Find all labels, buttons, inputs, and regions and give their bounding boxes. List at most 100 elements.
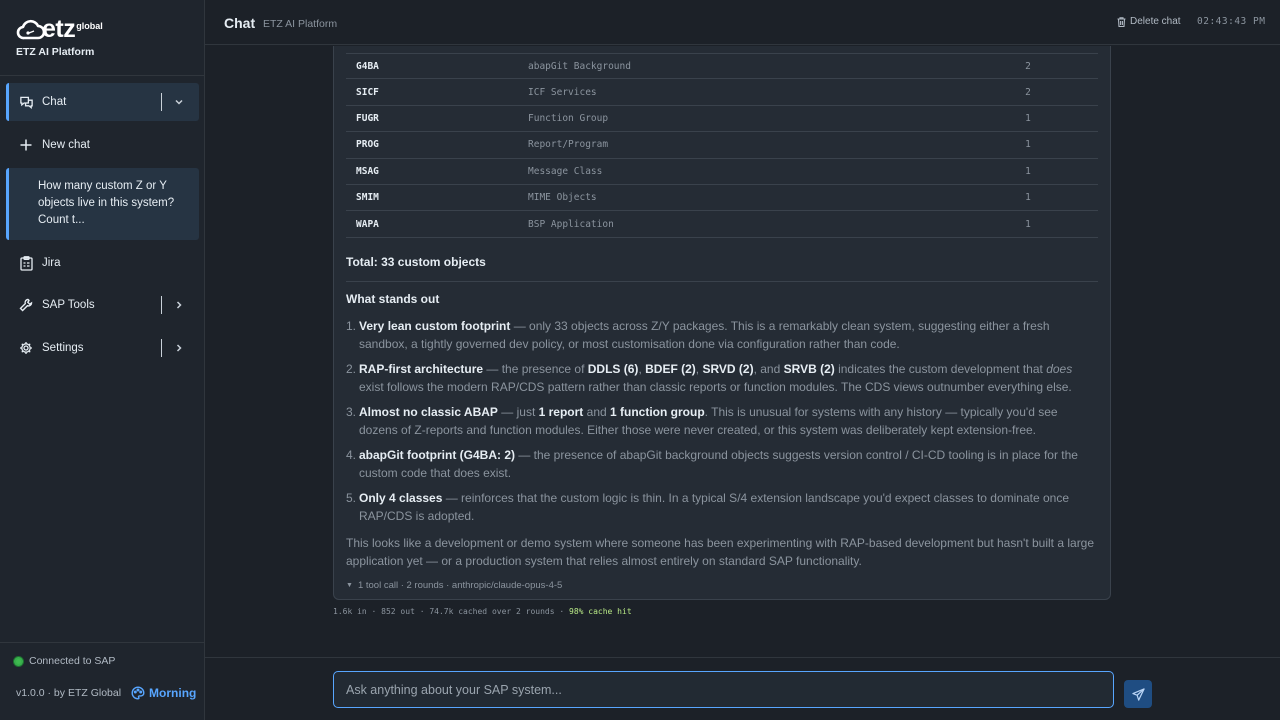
- delete-chat-label: Delete chat: [1130, 16, 1181, 27]
- chat-transcript[interactable]: G4BA abapGit Background 2 SICF ICF Servi…: [205, 46, 1280, 657]
- tool-call-toggle[interactable]: ▼ 1 tool call · 2 rounds · anthropic/cla…: [346, 580, 562, 591]
- item-title: Only 4 classes: [359, 491, 443, 505]
- item-text: indicates the custom development that: [834, 362, 1047, 376]
- table-row: MSAG Message Class 1: [346, 159, 1098, 185]
- table-cell: SICF: [356, 86, 379, 98]
- chevron-right-icon[interactable]: [173, 299, 185, 311]
- list-number: 1.: [346, 319, 357, 333]
- item-text: and: [583, 405, 611, 419]
- new-chat-button[interactable]: New chat: [6, 135, 199, 155]
- item-bold: BDEF (2): [645, 362, 696, 376]
- plus-icon: [18, 137, 34, 153]
- sidebar-footer: v1.0.0 · by ETZ Global Morning: [16, 686, 196, 700]
- item-bold: SRVB (2): [783, 362, 835, 376]
- table-cell: Report/Program: [528, 139, 609, 151]
- sidebar: etz global ETZ AI Platform Chat New chat…: [0, 0, 205, 720]
- sidebar-item-label: Jira: [42, 257, 61, 269]
- chat-input[interactable]: [333, 671, 1114, 708]
- table-row: PROG Report/Program 1: [346, 132, 1098, 159]
- triangle-down-icon: ▼: [346, 582, 353, 589]
- table-cell: abapGit Background: [528, 60, 631, 72]
- item-text: — the presence of: [483, 362, 588, 376]
- table-row: SICF ICF Services 2: [346, 79, 1098, 106]
- token-usage: 1.6k in · 852 out · 74.7k cached over 2 …: [333, 607, 632, 616]
- logo-text: etz: [42, 15, 76, 43]
- item-title: RAP-first architecture: [359, 362, 484, 376]
- table-cell: SMIM: [356, 192, 379, 204]
- list-number: 3.: [346, 405, 357, 419]
- page-title: Chat: [224, 15, 256, 31]
- cache-hit-badge: 98% cache hit: [569, 607, 632, 616]
- table-cell: 2: [1025, 60, 1031, 72]
- top-bar: Chat ETZ AI Platform Delete chat 02:43:4…: [205, 0, 1280, 45]
- sidebar-item-label: SAP Tools: [42, 299, 95, 311]
- item-bold: 1 function group: [610, 405, 705, 419]
- brand-subtitle: ETZ AI Platform: [16, 46, 95, 58]
- findings-list: 1. Very lean custom footprint — only 33 …: [346, 317, 1098, 532]
- table-cell: ICF Services: [528, 86, 597, 98]
- gear-icon: [18, 340, 34, 356]
- item-title: abapGit footprint (G4BA: 2): [359, 448, 515, 462]
- table-cell: PROG: [356, 139, 379, 151]
- sidebar-item-label: Chat: [42, 96, 67, 108]
- item-bold: 1 report: [538, 405, 584, 419]
- clipboard-icon: [18, 255, 34, 271]
- table-row: G4BA abapGit Background 2: [346, 53, 1098, 80]
- sidebar-item-settings[interactable]: Settings: [6, 338, 199, 358]
- list-number: 5.: [346, 491, 357, 505]
- table-cell: FUGR: [356, 112, 379, 124]
- mode-label: Morning: [149, 686, 197, 700]
- list-item: 3. Almost no classic ABAP — just 1 repor…: [346, 403, 1098, 439]
- chat-history-item[interactable]: How many custom Z or Y objects live in t…: [6, 168, 199, 240]
- clock: 02:43:43 PM: [1197, 16, 1266, 27]
- wrench-icon: [18, 297, 34, 313]
- sidebar-item-chat[interactable]: Chat: [6, 83, 199, 121]
- chat-bubbles-icon: [18, 94, 34, 110]
- item-bold: DDLS (6): [587, 362, 639, 376]
- connection-status: Connected to SAP: [14, 655, 115, 667]
- status-text: Connected to SAP: [29, 655, 116, 667]
- assistant-message: G4BA abapGit Background 2 SICF ICF Servi…: [333, 46, 1111, 600]
- brand: etz global ETZ AI Platform: [16, 14, 103, 58]
- page-subtitle: ETZ AI Platform: [263, 18, 338, 30]
- version-text: v1.0.0 · by ETZ Global: [16, 687, 122, 699]
- new-chat-label: New chat: [42, 139, 90, 151]
- item-bold: SRVD (2): [702, 362, 754, 376]
- item-title: Very lean custom footprint: [359, 319, 511, 333]
- list-item: 4. abapGit footprint (G4BA: 2) — the pre…: [346, 446, 1098, 482]
- usage-text: 1.6k in · 852 out · 74.7k cached over 2 …: [333, 607, 570, 616]
- item-text: — reinforces that the custom logic is th…: [359, 491, 1070, 523]
- palette-icon: [131, 686, 145, 700]
- composer: [205, 657, 1280, 720]
- table-cell: WAPA: [356, 218, 379, 230]
- send-button[interactable]: [1124, 680, 1152, 708]
- logo[interactable]: etz global: [16, 14, 103, 42]
- table-row: WAPA BSP Application 1: [346, 211, 1098, 238]
- list-number: 2.: [346, 362, 357, 376]
- sidebar-item-jira[interactable]: Jira: [6, 253, 199, 273]
- theme-mode-toggle[interactable]: Morning: [131, 686, 196, 700]
- list-item: 2. RAP-first architecture — the presence…: [346, 360, 1098, 396]
- item-text: , and: [753, 362, 784, 376]
- separator: [161, 339, 162, 357]
- table-cell: 1: [1025, 165, 1031, 177]
- list-item: 1. Very lean custom footprint — only 33 …: [346, 317, 1098, 353]
- item-text: exist follows the modern RAP/CDS pattern…: [359, 380, 1072, 394]
- table-cell: 1: [1025, 218, 1031, 230]
- sidebar-divider: [0, 642, 204, 643]
- tool-call-meta: 1 tool call · 2 rounds · anthropic/claud…: [357, 580, 563, 591]
- section-heading: What stands out: [346, 292, 440, 306]
- list-item: 5. Only 4 classes — reinforces that the …: [346, 489, 1098, 525]
- chevron-down-icon[interactable]: [173, 96, 185, 108]
- chevron-right-icon[interactable]: [173, 342, 185, 354]
- sidebar-item-sap-tools[interactable]: SAP Tools: [6, 295, 199, 315]
- sidebar-divider: [0, 75, 204, 76]
- item-text: — just: [497, 405, 539, 419]
- logo-superscript: global: [76, 21, 103, 31]
- item-title: Almost no classic ABAP: [359, 405, 498, 419]
- trash-icon: [1117, 16, 1126, 27]
- delete-chat-button[interactable]: Delete chat: [1117, 16, 1181, 27]
- status-dot-icon: [14, 656, 23, 666]
- table-cell: 2: [1025, 86, 1031, 98]
- table-cell: 1: [1025, 139, 1031, 151]
